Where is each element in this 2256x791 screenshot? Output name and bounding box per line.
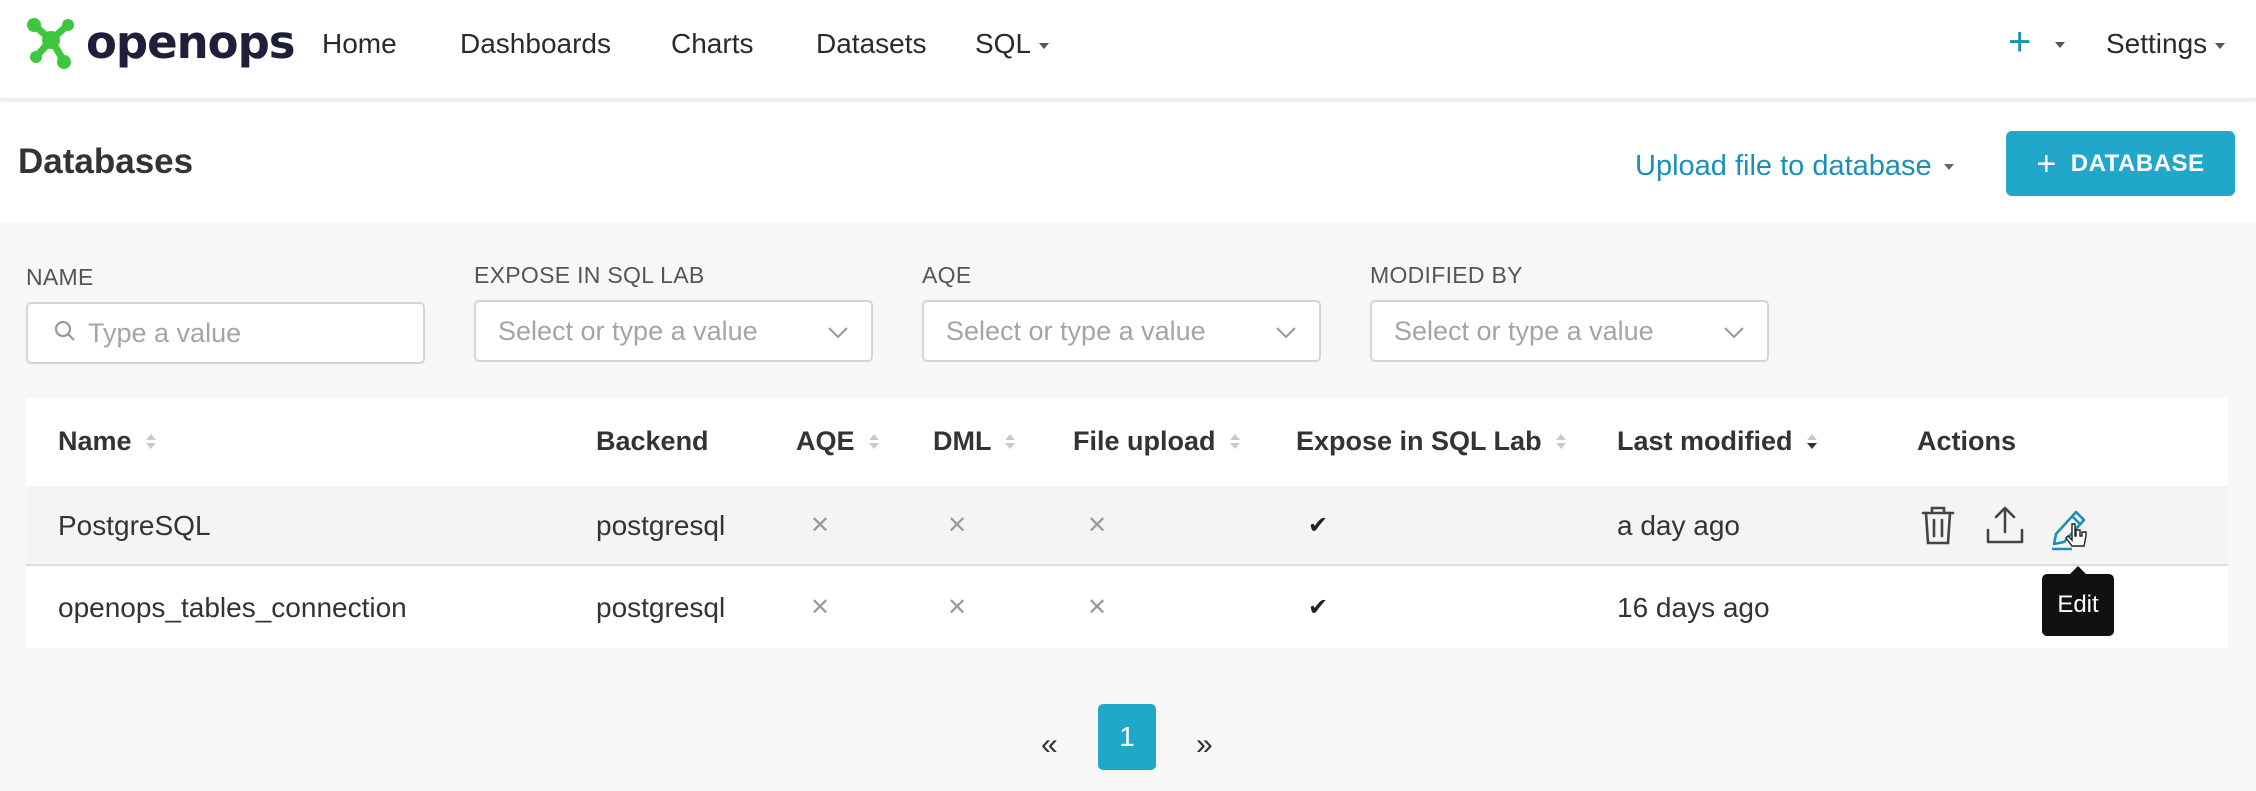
settings-menu[interactable]: Settings — [2106, 27, 2226, 61]
col-header-expose[interactable]: Expose in SQL Lab — [1296, 426, 1566, 457]
page-title: Databases — [18, 142, 194, 181]
filter-label-expose: EXPOSE IN SQL LAB — [474, 262, 705, 288]
col-header-actions-label: Actions — [1917, 426, 2017, 456]
col-header-last-modified[interactable]: Last modified — [1617, 426, 1817, 457]
col-header-backend: Backend — [596, 426, 709, 457]
col-header-expose-label: Expose in SQL Lab — [1296, 426, 1542, 456]
col-header-aqe[interactable]: AQE — [796, 426, 879, 457]
col-header-file-upload[interactable]: File upload — [1073, 426, 1240, 457]
databases-table: Name Backend AQE DML File upload Expose … — [26, 398, 2228, 648]
col-header-aqe-label: AQE — [796, 426, 855, 456]
sort-desc-icon — [1806, 434, 1817, 449]
nav-sql-label: SQL — [975, 28, 1032, 59]
nav-charts[interactable]: Charts — [671, 27, 753, 61]
add-new-button[interactable]: + — [2008, 22, 2031, 62]
col-header-actions: Actions — [1917, 426, 2016, 457]
pencil-icon[interactable] — [2048, 504, 2092, 559]
cell-backend: postgresql — [596, 510, 726, 541]
settings-label: Settings — [2106, 28, 2208, 59]
chevron-down-icon — [1275, 316, 1297, 347]
upload-file-label: Upload file to database — [1635, 150, 1932, 182]
chevron-down-icon — [1943, 164, 1954, 171]
sort-icon — [868, 434, 879, 449]
search-icon — [54, 318, 76, 349]
logo-text: openops — [86, 15, 296, 69]
sort-icon — [145, 434, 156, 449]
col-header-file-upload-label: File upload — [1073, 426, 1216, 456]
upload-file-dropdown[interactable]: Upload file to database — [1635, 150, 1954, 183]
col-header-dml[interactable]: DML — [933, 426, 1016, 457]
sort-icon — [1005, 434, 1016, 449]
top-navbar: openops Home Dashboards Charts Datasets … — [0, 0, 2256, 100]
add-database-button[interactable]: + DATABASE — [2006, 131, 2235, 196]
aqe-select[interactable]: Select or type a value — [922, 300, 1321, 362]
sort-icon — [1229, 434, 1240, 449]
x-icon: ✕ — [947, 594, 968, 621]
filter-label-name: NAME — [26, 264, 94, 290]
x-icon: ✕ — [947, 512, 968, 539]
chevron-down-icon — [1723, 316, 1745, 347]
x-icon: ✕ — [1087, 512, 1108, 539]
cell-name[interactable]: PostgreSQL — [58, 510, 211, 542]
page-header: Databases Upload file to database + DATA… — [0, 102, 2256, 222]
col-header-backend-label: Backend — [596, 426, 709, 456]
pagination-prev[interactable]: « — [1041, 728, 1058, 762]
cell-name[interactable]: openops_tables_connection — [58, 592, 407, 624]
check-icon: ✔ — [1308, 594, 1329, 621]
chevron-down-icon — [2215, 42, 2226, 49]
add-database-label: DATABASE — [2070, 149, 2205, 177]
pagination-page-1[interactable]: 1 — [1098, 704, 1156, 770]
col-header-name-label: Name — [58, 426, 132, 456]
cell-last-modified: a day ago — [1617, 510, 1740, 541]
table-row[interactable]: openops_tables_connection postgresql ✕ ✕… — [26, 568, 2228, 648]
logo-icon — [24, 13, 78, 71]
name-search-input[interactable]: Type a value — [26, 302, 425, 364]
x-icon: ✕ — [1087, 594, 1108, 621]
modified-by-select[interactable]: Select or type a value — [1370, 300, 1769, 362]
col-header-last-modified-label: Last modified — [1617, 426, 1793, 456]
chevron-down-icon[interactable] — [2055, 42, 2065, 48]
x-icon: ✕ — [810, 594, 831, 621]
check-icon: ✔ — [1308, 512, 1329, 539]
col-header-dml-label: DML — [933, 426, 992, 456]
modified-by-placeholder: Select or type a value — [1394, 315, 1654, 346]
chevron-down-icon — [1039, 42, 1050, 49]
nav-datasets[interactable]: Datasets — [816, 27, 927, 61]
cell-last-modified: 16 days ago — [1617, 592, 1770, 623]
aqe-select-placeholder: Select or type a value — [946, 315, 1206, 346]
chevron-down-icon — [827, 316, 849, 347]
nav-sql[interactable]: SQL — [975, 27, 1050, 61]
upload-icon[interactable] — [1984, 504, 2026, 551]
filter-label-modified-by: MODIFIED BY — [1370, 262, 1523, 288]
nav-home[interactable]: Home — [322, 27, 397, 61]
sort-icon — [1555, 434, 1566, 449]
expose-select-placeholder: Select or type a value — [498, 315, 758, 346]
x-icon: ✕ — [810, 512, 831, 539]
nav-dashboards[interactable]: Dashboards — [460, 27, 611, 61]
logo[interactable]: openops — [24, 12, 296, 72]
cell-backend: postgresql — [596, 592, 726, 623]
col-header-name[interactable]: Name — [58, 426, 156, 457]
plus-icon: + — [2036, 144, 2057, 183]
edit-tooltip: Edit — [2042, 566, 2114, 636]
filter-label-aqe: AQE — [922, 262, 972, 288]
name-search-placeholder: Type a value — [88, 317, 242, 348]
pagination-next[interactable]: » — [1196, 728, 1213, 762]
table-row[interactable]: PostgreSQL postgresql ✕ ✕ ✕ ✔ a day ago — [26, 486, 2228, 566]
trash-icon[interactable] — [1920, 504, 1956, 551]
expose-in-sql-lab-select[interactable]: Select or type a value — [474, 300, 873, 362]
